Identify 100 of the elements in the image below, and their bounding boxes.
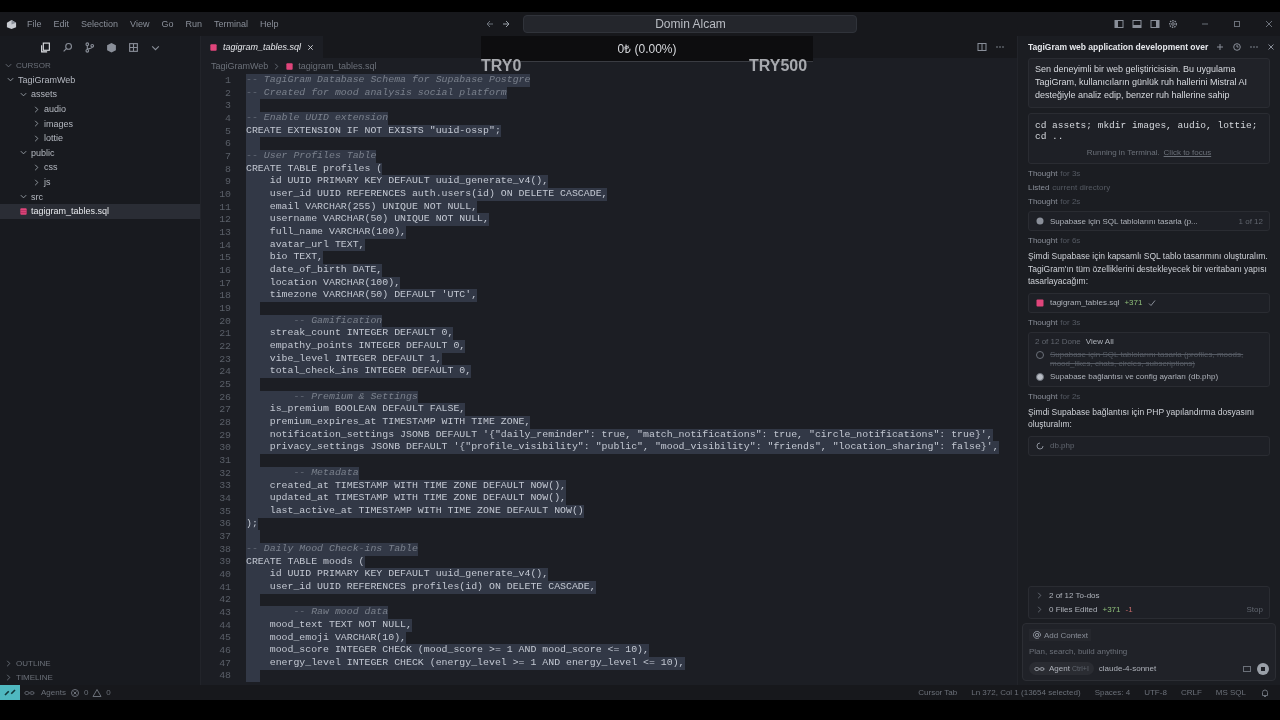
history-icon[interactable] — [1232, 42, 1243, 52]
code-comment: -- Gamification — [246, 314, 383, 328]
tree-item[interactable]: src — [0, 189, 200, 204]
line-number: 32 — [218, 467, 231, 479]
line-number: 26 — [218, 391, 231, 403]
source-control-icon[interactable] — [84, 41, 95, 53]
step-label[interactable]: Thought — [1028, 391, 1058, 401]
chat-title[interactable]: TagiGram web application development over — [1028, 42, 1209, 52]
line-number: 18 — [218, 290, 231, 302]
line-number: 29 — [218, 429, 231, 441]
status-item[interactable]: UTF-8 — [1144, 688, 1167, 697]
agents-status[interactable]: Agents — [41, 688, 66, 697]
code-comment: -- TagiGram Database Schema for Supabase Postgre — [246, 74, 531, 87]
back-arrow-icon[interactable] — [485, 19, 496, 29]
remote-icon[interactable] — [0, 685, 20, 700]
line-number: 12 — [218, 214, 231, 226]
breadcrumb-item[interactable]: tagigram_tables.sql — [298, 61, 377, 71]
image-icon[interactable] — [1242, 663, 1252, 674]
step-label[interactable]: Thought — [1028, 236, 1058, 245]
menu-item[interactable]: Selection — [81, 19, 119, 29]
tree-item[interactable]: audio — [0, 101, 200, 117]
todo-item: Supabase için SQL tablolarını tasarla (profiles, moods, mood_likes, chats, circles, subscriptions) — [1050, 349, 1245, 368]
sidebar-toggle-icon[interactable] — [1114, 19, 1124, 29]
collapsed-section[interactable]: TIMELINE — [0, 670, 200, 685]
tree-item[interactable]: js — [0, 174, 200, 190]
at-sign-icon — [1032, 630, 1042, 640]
focus-link[interactable]: Click to focus — [1163, 148, 1212, 157]
tree-item[interactable]: TagiGramWeb — [0, 72, 200, 88]
settings-icon[interactable] — [1168, 19, 1178, 29]
step-label[interactable]: Thought — [1028, 317, 1058, 327]
todo-item: Supabase bağlantısı ve config ayarları (db.php) — [1050, 371, 1219, 381]
step-label[interactable]: Thought — [1028, 197, 1058, 206]
bell-icon[interactable] — [1260, 687, 1270, 698]
menu-item[interactable]: Help — [259, 19, 279, 29]
model-selector[interactable]: claude-4-sonnet — [1098, 664, 1157, 673]
step-label[interactable]: Thought — [1028, 169, 1058, 178]
plus-icon[interactable] — [1215, 42, 1226, 52]
extensions-cube-icon[interactable] — [106, 41, 117, 53]
tree-item[interactable]: public — [0, 145, 200, 161]
todos-summary[interactable]: 2 of 12 To-dos — [1049, 591, 1100, 600]
breadcrumb-item[interactable]: TagiGramWeb — [211, 61, 269, 71]
line-number: 28 — [218, 416, 231, 428]
status-item[interactable]: Spaces: 4 — [1094, 688, 1131, 697]
line-number: 33 — [218, 480, 231, 492]
search-icon[interactable] — [62, 41, 73, 53]
tree-item[interactable]: lottie — [0, 130, 200, 146]
terminal-command: cd assets; mkdir images, audio, lottie; cd .. — [1035, 120, 1259, 142]
status-item[interactable]: Ln 372, Col 1 (13654 selected) — [971, 688, 1081, 697]
user-message[interactable]: Sen deneyimli bir web geliştiricisisin. Bu uygulama TagiGram, kullanıcıların günlük ruh hallerini Mistral AI desteğiyle analiz edip, benzer ruh hallerine sahip — [1028, 58, 1270, 108]
files-edited-summary[interactable]: 0 Files Edited — [1049, 605, 1098, 614]
view-all-link[interactable]: View All — [1085, 336, 1114, 346]
status-item[interactable]: Cursor Tab — [918, 688, 958, 697]
status-item[interactable]: CRLF — [1180, 688, 1202, 697]
close-icon[interactable] — [306, 42, 316, 52]
grid-icon[interactable] — [128, 41, 139, 53]
maximize-icon[interactable] — [1232, 19, 1242, 29]
infinity-icon[interactable] — [24, 689, 35, 696]
warning-icon[interactable] — [92, 687, 103, 698]
assistant-paragraph: Şimdi Supabase bağlantısı için PHP yapılandırma dosyasını oluşturalım: — [1028, 405, 1256, 431]
menu-item[interactable]: Edit — [53, 19, 70, 29]
added-count: +371 — [1102, 605, 1121, 614]
line-number: 34 — [218, 493, 231, 504]
close-icon[interactable] — [1266, 42, 1277, 52]
secondary-sidebar-toggle-icon[interactable] — [1150, 19, 1160, 29]
line-number: 5 — [224, 125, 231, 137]
app-logo-icon — [6, 18, 17, 30]
line-number: 7 — [224, 150, 231, 162]
menu-item[interactable]: View — [130, 19, 150, 29]
error-icon[interactable] — [69, 687, 80, 698]
panel-toggle-icon[interactable] — [1132, 19, 1142, 29]
command-center[interactable]: Domin Alcam — [523, 15, 858, 33]
menu-item[interactable]: Go — [161, 19, 174, 29]
tree-item[interactable]: assets — [0, 87, 200, 102]
section-title[interactable]: CURSOR — [16, 60, 51, 70]
line-number: 46 — [218, 645, 231, 657]
menu-item[interactable]: File — [27, 19, 42, 29]
stop-icon[interactable] — [1257, 662, 1269, 675]
editor-tab[interactable]: tagigram_tables.sql — [201, 36, 324, 58]
tree-item[interactable]: css — [0, 160, 200, 175]
tree-item[interactable]: images — [0, 116, 200, 131]
menu-item[interactable]: Run — [185, 19, 202, 29]
line-number: 22 — [218, 340, 231, 352]
menu-item[interactable]: Terminal — [213, 19, 248, 29]
prompt-input[interactable]: Plan, search, build anything — [1029, 647, 1269, 656]
line-number: 27 — [218, 404, 231, 416]
tree-item[interactable]: tagigram_tables.sql — [0, 203, 200, 219]
line-number: 37 — [218, 531, 231, 542]
line-number: 2 — [224, 87, 231, 99]
line-number: 30 — [218, 442, 231, 454]
terminal-status: Running in Terminal. — [1086, 148, 1160, 157]
split-editor-icon[interactable] — [977, 42, 987, 52]
status-item[interactable]: MS SQL — [1215, 688, 1246, 697]
file-edit-card[interactable]: tagigram_tables.sql +371 — [1028, 292, 1270, 313]
collapsed-section[interactable]: OUTLINE — [0, 655, 200, 671]
line-number: 8 — [224, 163, 231, 175]
error-count[interactable]: 0 — [83, 688, 89, 697]
files-icon[interactable] — [40, 41, 51, 53]
forward-arrow-icon[interactable] — [501, 19, 512, 29]
add-context-button[interactable]: Add Context — [1029, 629, 1092, 641]
step-label[interactable]: Listed — [1028, 183, 1050, 192]
